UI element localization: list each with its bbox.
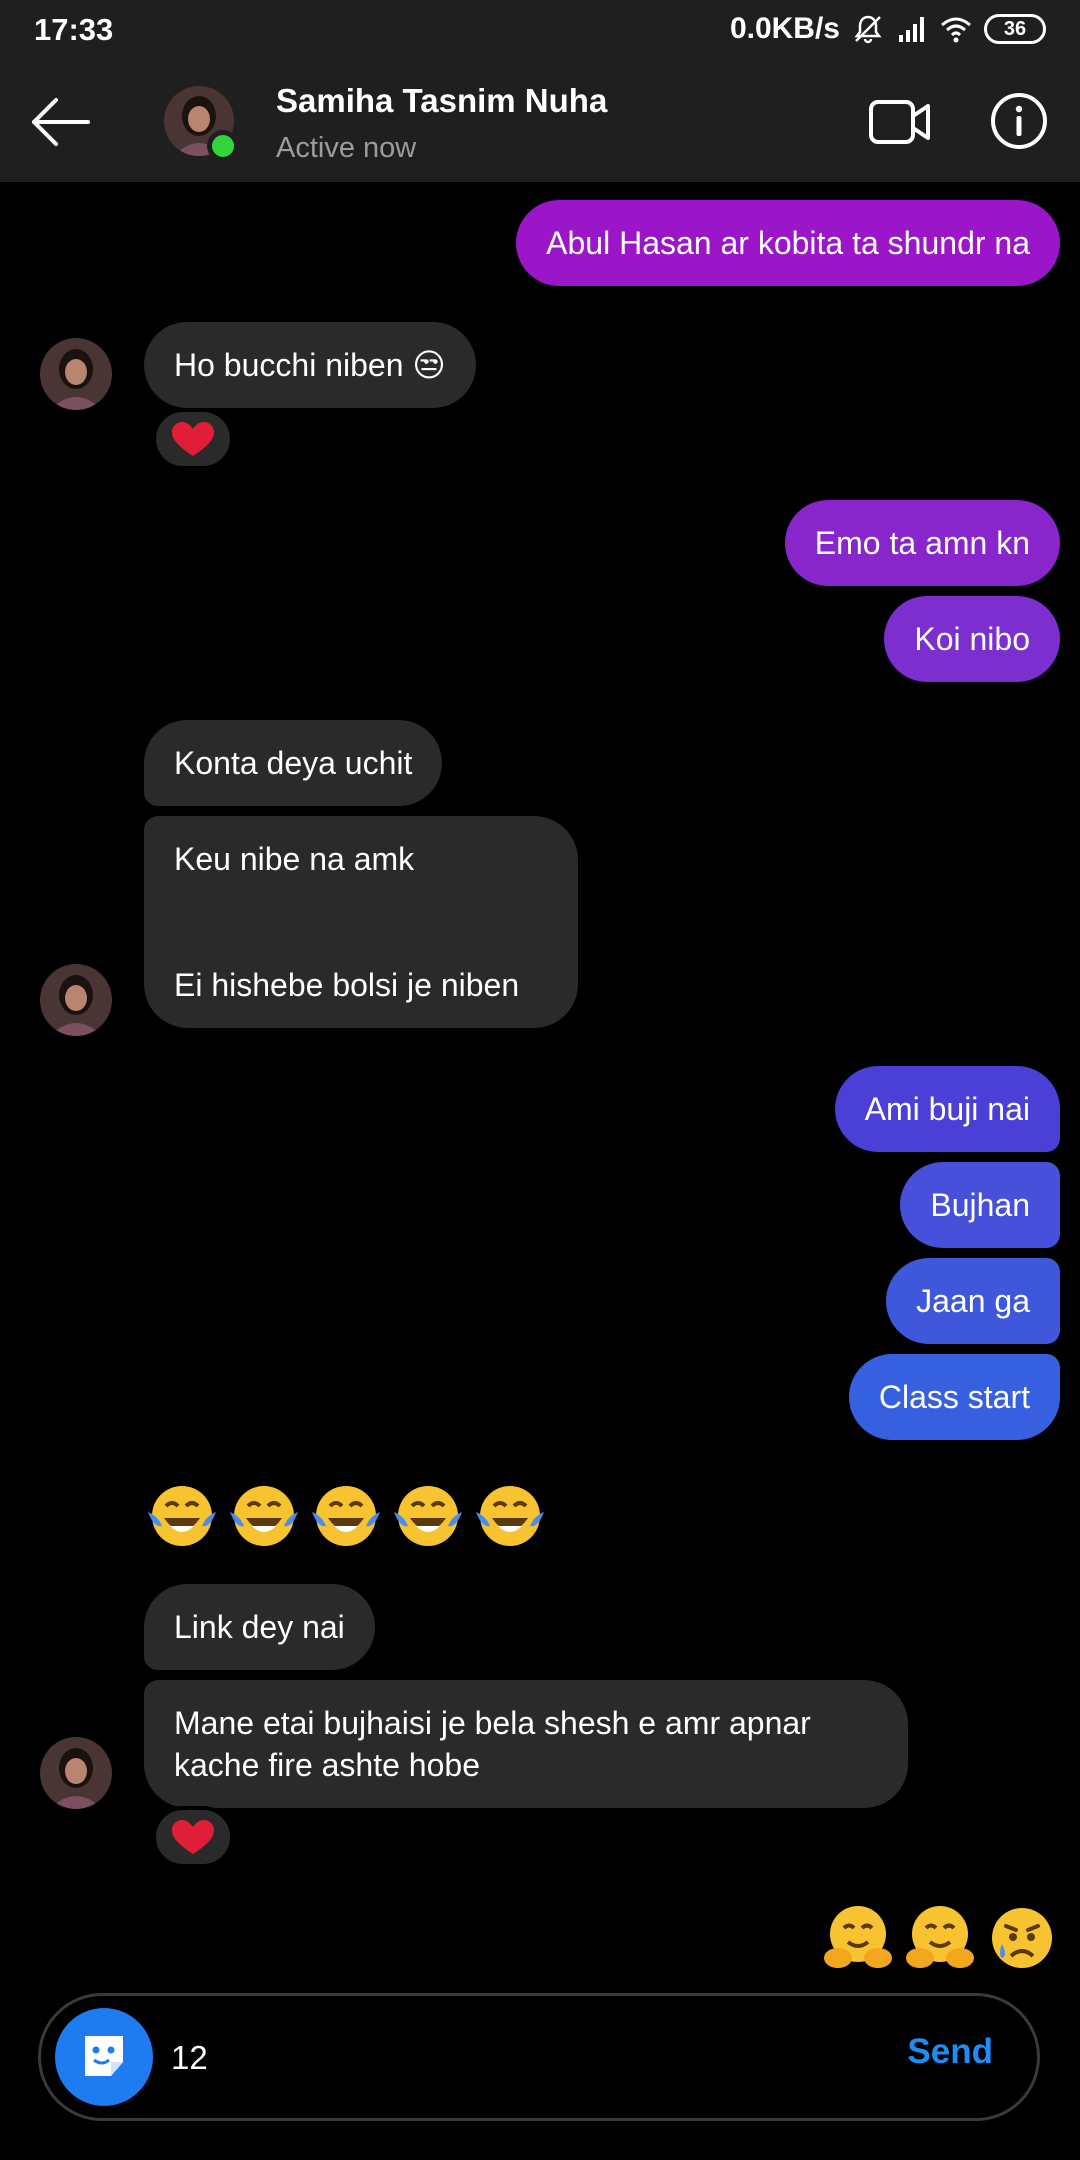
reaction-badge[interactable] xyxy=(152,408,234,470)
outgoing-message[interactable]: Bujhan xyxy=(900,1162,1060,1248)
incoming-message[interactable]: Ho bucchi niben 😒 xyxy=(144,322,476,408)
send-button[interactable]: Send xyxy=(907,2032,993,2072)
incoming-message[interactable]: Mane etai bujhaisi je bela shesh e amr a… xyxy=(144,1680,908,1808)
message-composer: Send xyxy=(38,1993,1040,2121)
sticker-icon xyxy=(85,2036,123,2076)
mute-icon xyxy=(854,15,882,44)
heart-icon xyxy=(172,1820,214,1854)
heart-icon xyxy=(172,422,214,456)
contact-avatar-small xyxy=(40,964,112,1036)
message-input[interactable] xyxy=(171,2026,771,2090)
outgoing-message[interactable]: Ami buji nai xyxy=(834,1066,1060,1152)
contact-status: Active now xyxy=(276,132,417,164)
face-with-tears-of-joy-icon xyxy=(394,1486,462,1546)
back-arrow-icon[interactable] xyxy=(28,90,92,154)
outgoing-message[interactable]: Koi nibo xyxy=(884,596,1060,682)
face-with-tears-of-joy-icon xyxy=(312,1486,380,1546)
hugging-face-icon xyxy=(824,1906,892,1968)
incoming-message[interactable]: Konta deya uchit xyxy=(144,720,443,806)
status-icons: 0.0KB/s 36 xyxy=(730,12,1046,46)
incoming-message[interactable]: Keu nibe na amk Ei hishebe bolsi je nibe… xyxy=(144,816,578,1028)
face-with-tears-of-joy-icon xyxy=(230,1486,298,1546)
outgoing-message[interactable]: Abul Hasan ar kobita ta shundr na xyxy=(516,200,1060,286)
hugging-face-icon xyxy=(906,1906,974,1968)
sticker-button[interactable] xyxy=(55,2008,153,2106)
wifi-icon xyxy=(941,17,971,43)
status-time: 17:33 xyxy=(34,12,114,47)
avatar-photo-icon xyxy=(40,1737,112,1809)
incoming-message[interactable]: Link dey nai xyxy=(144,1584,375,1670)
reaction-badge[interactable] xyxy=(152,1806,234,1868)
contact-avatar-small xyxy=(40,1737,112,1809)
signal-icon xyxy=(899,17,924,42)
emoji-message[interactable] xyxy=(820,1900,1060,1976)
chat-header: Samiha Tasnim Nuha Active now xyxy=(0,60,1080,182)
status-bar: 17:33 0.0KB/s 36 xyxy=(0,0,1080,60)
emoji-message[interactable] xyxy=(144,1478,548,1554)
face-with-tears-of-joy-icon xyxy=(148,1486,216,1546)
battery-icon: 36 xyxy=(984,14,1046,44)
sad-but-relieved-face-icon xyxy=(992,1908,1052,1968)
contact-avatar-small xyxy=(40,338,112,410)
online-indicator xyxy=(207,130,239,162)
network-speed: 0.0KB/s xyxy=(729,12,840,45)
face-with-tears-of-joy-icon xyxy=(476,1486,544,1546)
outgoing-message[interactable]: Emo ta amn kn xyxy=(784,500,1060,586)
avatar-photo-icon xyxy=(40,964,112,1036)
avatar-photo-icon xyxy=(40,338,112,410)
outgoing-message[interactable]: Jaan ga xyxy=(886,1258,1060,1344)
contact-name[interactable]: Samiha Tasnim Nuha xyxy=(276,82,607,120)
outgoing-message[interactable]: Class start xyxy=(848,1354,1060,1440)
info-icon[interactable] xyxy=(990,92,1048,150)
video-call-icon[interactable] xyxy=(868,94,932,150)
message-list[interactable]: Abul Hasan ar kobita ta shundr na Ho buc… xyxy=(0,182,1080,1987)
